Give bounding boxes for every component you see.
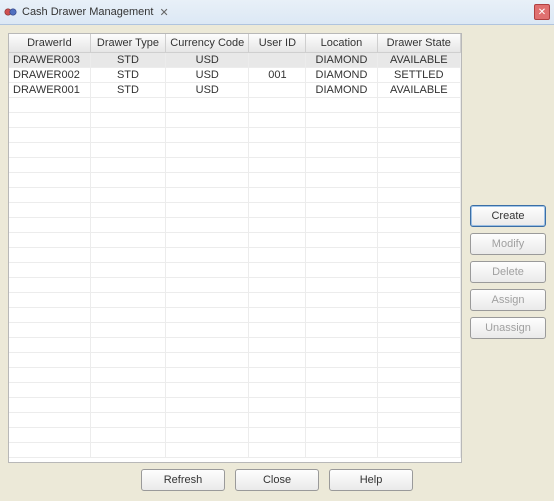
table-row-empty (9, 368, 461, 383)
table-row-empty (9, 383, 461, 398)
refresh-button[interactable]: Refresh (141, 469, 225, 491)
unassign-button: Unassign (470, 317, 546, 339)
cell-drawer_id: DRAWER003 (9, 53, 90, 68)
delete-button: Delete (470, 261, 546, 283)
window-close-button[interactable]: ✕ (534, 4, 550, 20)
main-panel: DrawerId Drawer Type Currency Code User … (0, 25, 554, 463)
table-row-empty (9, 248, 461, 263)
cell-location: DIAMOND (306, 53, 377, 68)
table-row-empty (9, 218, 461, 233)
cell-state: AVAILABLE (377, 83, 460, 98)
side-button-panel: Create Modify Delete Assign Unassign (470, 33, 546, 463)
table-row-empty (9, 353, 461, 368)
cell-state: AVAILABLE (377, 53, 460, 68)
cell-user_id (249, 83, 306, 98)
close-button[interactable]: Close (235, 469, 319, 491)
header-row: DrawerId Drawer Type Currency Code User … (9, 34, 461, 53)
table-row-empty (9, 338, 461, 353)
cell-location: DIAMOND (306, 83, 377, 98)
cell-currency: USD (166, 53, 249, 68)
table-row-empty (9, 428, 461, 443)
tab-close-icon[interactable]: ✕ (159, 6, 168, 19)
table-row-empty (9, 278, 461, 293)
col-currency[interactable]: Currency Code (166, 34, 249, 53)
create-button[interactable]: Create (470, 205, 546, 227)
title-bar: Cash Drawer Management ✕ ✕ (0, 0, 554, 25)
table-row-empty (9, 233, 461, 248)
cell-location: DIAMOND (306, 68, 377, 83)
col-drawer-type[interactable]: Drawer Type (90, 34, 165, 53)
cell-drawer_type: STD (90, 53, 165, 68)
col-user-id[interactable]: User ID (249, 34, 306, 53)
table-row[interactable]: DRAWER002STDUSD001DIAMONDSETTLED (9, 68, 461, 83)
table-row-empty (9, 158, 461, 173)
cell-currency: USD (166, 68, 249, 83)
cell-drawer_id: DRAWER002 (9, 68, 90, 83)
assign-button: Assign (470, 289, 546, 311)
col-location[interactable]: Location (306, 34, 377, 53)
bottom-button-bar: Refresh Close Help (0, 463, 554, 493)
col-drawer-state[interactable]: Drawer State (377, 34, 460, 53)
table-row-empty (9, 443, 461, 458)
table-row-empty (9, 188, 461, 203)
cell-user_id: 001 (249, 68, 306, 83)
col-drawer-id[interactable]: DrawerId (9, 34, 90, 53)
drawer-table-container: DrawerId Drawer Type Currency Code User … (8, 33, 462, 463)
cell-drawer_type: STD (90, 68, 165, 83)
table-row-empty (9, 263, 461, 278)
close-icon: ✕ (538, 7, 546, 18)
table-row-empty (9, 293, 461, 308)
table-row-empty (9, 173, 461, 188)
table-row[interactable]: DRAWER001STDUSD DIAMONDAVAILABLE (9, 83, 461, 98)
cell-drawer_type: STD (90, 83, 165, 98)
table-row-empty (9, 128, 461, 143)
drawer-table[interactable]: DrawerId Drawer Type Currency Code User … (9, 34, 461, 458)
cell-user_id (249, 53, 306, 68)
table-body: DRAWER003STDUSDDIAMONDAVAILABLEDRAWER002… (9, 53, 461, 458)
app-icon (4, 5, 18, 19)
table-row-empty (9, 98, 461, 113)
table-row-empty (9, 308, 461, 323)
table-row-empty (9, 398, 461, 413)
table-row-empty (9, 413, 461, 428)
cell-currency: USD (166, 83, 249, 98)
table-row-empty (9, 143, 461, 158)
help-button[interactable]: Help (329, 469, 413, 491)
cell-drawer_id: DRAWER001 (9, 83, 90, 98)
table-row[interactable]: DRAWER003STDUSD DIAMONDAVAILABLE (9, 53, 461, 68)
table-row-empty (9, 113, 461, 128)
cell-state: SETTLED (377, 68, 460, 83)
modify-button: Modify (470, 233, 546, 255)
table-row-empty (9, 323, 461, 338)
window-title: Cash Drawer Management (22, 6, 153, 18)
table-row-empty (9, 203, 461, 218)
